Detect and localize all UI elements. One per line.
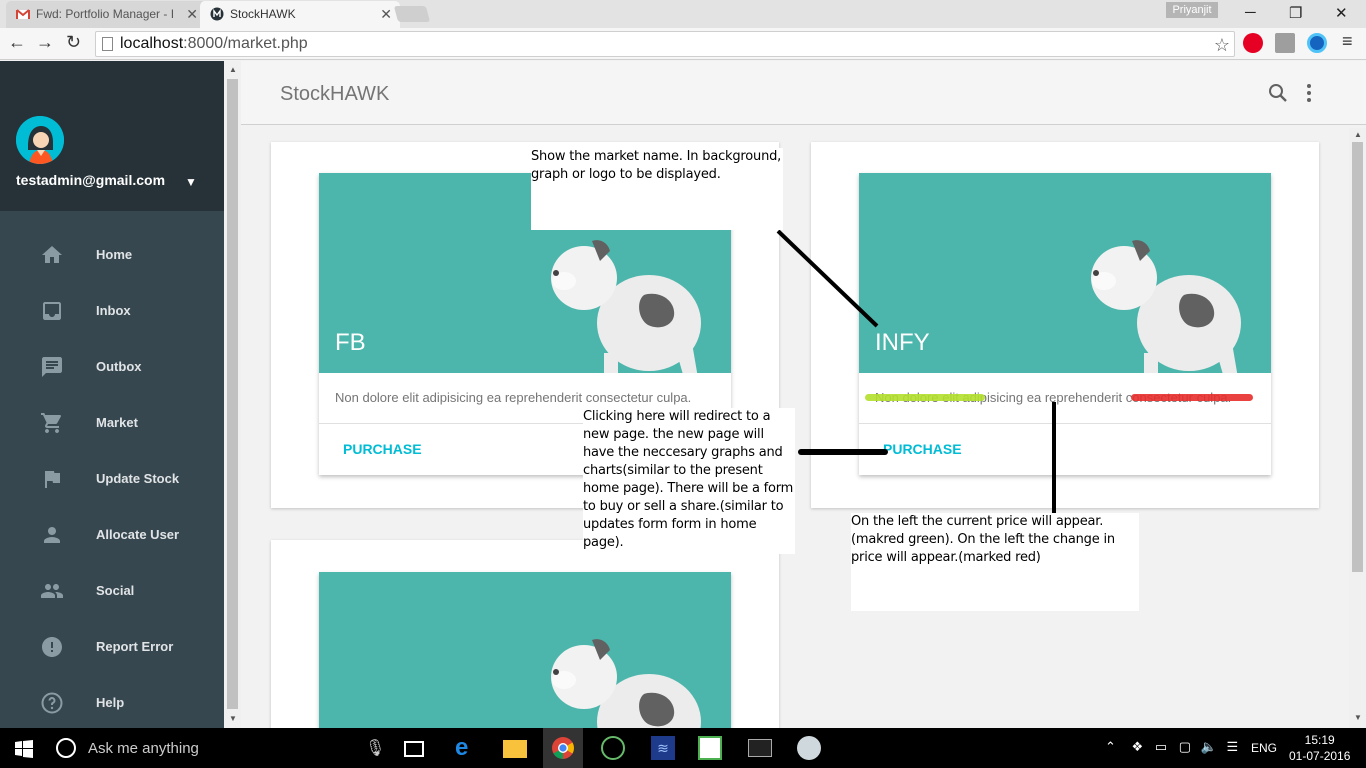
battery-icon[interactable]: ▭ [1155,739,1167,754]
microphone-icon[interactable]: 🎙 [365,738,385,758]
annotation-price: On the left the current price will appea… [851,513,1139,611]
dropbox-icon[interactable]: ❖ [1132,739,1144,754]
edge-icon[interactable]: e [455,736,479,760]
clock-date: 01-07-2016 [1289,749,1351,763]
windows-taskbar: Ask me anything 🎙 e ≋ ⌃ ❖ ▭ ▢ 🔈 ☰ ENG 15… [0,728,1366,768]
chrome-taskbar-button[interactable] [543,728,583,768]
paint-icon[interactable] [797,736,821,760]
windows-start-icon[interactable] [15,740,33,758]
system-tray: ⌃ ❖ ▭ ▢ 🔈 ☰ [1105,739,1238,755]
atom-icon[interactable] [601,736,625,760]
notifications-icon[interactable]: ☰ [1226,739,1238,754]
mysql-workbench-icon[interactable]: ≋ [651,736,675,760]
cortana-icon[interactable] [56,738,76,758]
terminal-icon[interactable] [748,739,772,757]
taskbar-search-input[interactable]: Ask me anything [88,740,199,757]
spreadsheet-icon[interactable] [698,736,722,760]
file-explorer-icon[interactable] [503,740,527,758]
show-hidden-icons-icon[interactable]: ⌃ [1105,739,1116,754]
chrome-icon [552,737,574,759]
task-view-icon[interactable] [404,741,424,757]
clock-time: 15:19 [1304,733,1335,747]
language-indicator[interactable]: ENG [1251,741,1277,755]
annotation-lines [776,229,1056,513]
network-icon[interactable]: ▢ [1179,739,1191,754]
volume-icon[interactable]: 🔈 [1201,739,1217,754]
annotation-market-name: Show the market name. In background, gra… [531,148,783,230]
annotation-purchase: Clicking here will redirect to a new pag… [583,408,795,554]
clock[interactable]: 15:19 01-07-2016 [1289,732,1350,764]
